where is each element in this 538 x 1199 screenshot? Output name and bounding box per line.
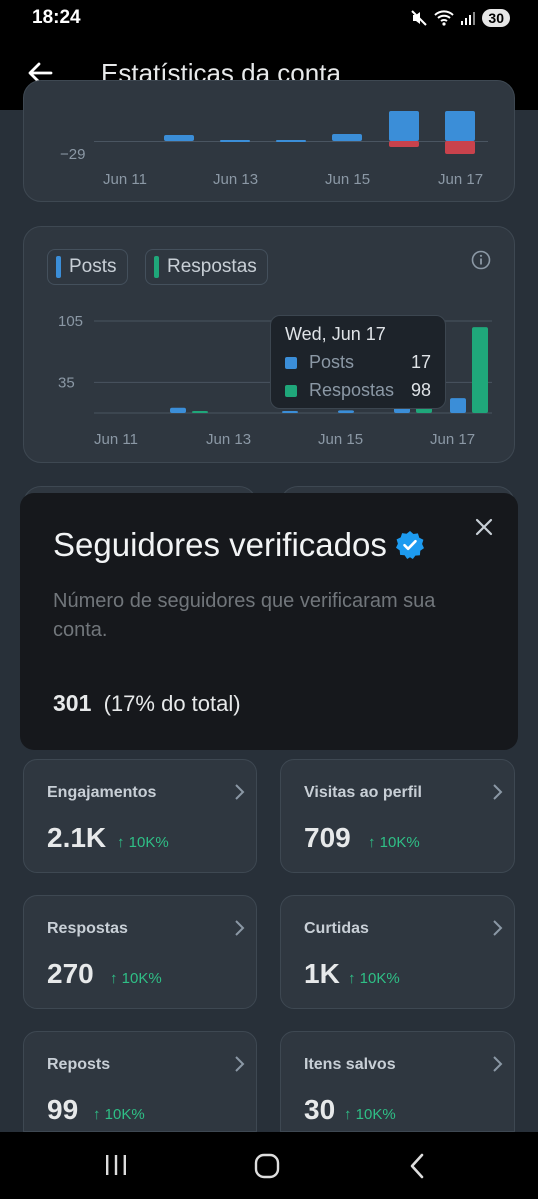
top-chart-bar-negative [445,141,475,154]
popup-value-row: 301 (17% do total) [53,690,241,717]
top-chart-card: −29 Jun 11 Jun 13 Jun 15 Jun 17 [23,80,515,202]
chevron-right-icon [235,1056,245,1072]
signal-icon [461,12,476,25]
status-icons: 30 [410,9,510,27]
home-icon[interactable] [254,1153,280,1179]
popup-description: Número de seguidores que verificaram sua… [53,590,436,641]
chevron-right-icon [493,920,503,936]
chevron-right-icon [493,784,503,800]
popup-title: Seguidores verificados [53,526,387,563]
clock: 18:24 [32,7,81,28]
tooltip-value: 98 [410,380,431,400]
tooltip-label: Posts [309,352,355,372]
stat-value: 99 [47,1094,79,1125]
verified-badge-icon [395,531,424,559]
bar-posts-jun-15[interactable] [338,410,354,413]
x-tick-label: Jun 13 [213,171,259,188]
stat-label: Respostas [47,920,128,937]
tooltip-row-respostas: Respostas 98 [285,380,431,401]
tooltip-value: 17 [410,352,431,372]
chevron-right-icon [235,920,245,936]
chart-tooltip: Wed, Jun 17 Posts 17 Respostas 98 [270,315,446,409]
battery-icon: 30 [482,9,510,27]
popup-value: 301 [53,690,92,716]
top-chart-bar [332,134,362,141]
chevron-right-icon [235,784,245,800]
tooltip-row-posts: Posts 17 [285,352,431,373]
bar-posts-jun-12[interactable] [170,407,186,413]
bar-posts-jun-14[interactable] [282,411,298,413]
stat-value: 709 [304,822,351,853]
close-icon[interactable] [472,515,496,539]
back-nav-icon[interactable] [408,1153,426,1179]
bar-respostas-jun-12[interactable] [192,411,208,413]
popup-title-row: Seguidores verificados [53,526,425,564]
bar-respostas-jun-17[interactable] [472,327,488,413]
x-tick-label: Jun 17 [438,171,484,188]
y-tick-label: 35 [58,374,75,391]
top-chart-bar [164,135,194,141]
wifi-icon [434,10,455,26]
stat-delta: ↑ 10K% [368,834,420,851]
stat-card-respostas[interactable]: Respostas 270 ↑ 10K% [23,895,257,1009]
x-tick-label: Jun 17 [430,431,475,448]
verified-followers-popup: Seguidores verificados Número de seguido… [20,493,518,750]
stat-value: 1K [304,958,340,989]
system-nav-bar [0,1132,538,1199]
stat-value: 30 [304,1094,336,1125]
screen: 18:24 30 Estatísticas da conta −29 Jun 1… [0,0,538,1199]
stat-card-curtidas[interactable]: Curtidas 1K ↑ 10K% [280,895,515,1009]
tooltip-label: Respostas [309,380,395,400]
status-bar: 18:24 30 [0,0,538,36]
top-chart-bar-negative [389,141,419,147]
stat-delta: ↑ 10K% [93,1106,145,1123]
y-tick-label: 105 [58,313,83,330]
top-chart-bar [445,111,475,141]
stat-delta: ↑ 10K% [344,1106,396,1123]
stat-label: Visitas ao perfil [304,784,422,801]
stat-value: 2.1K [47,822,107,853]
x-tick-label: Jun 15 [325,171,371,188]
stat-label: Reposts [47,1056,111,1073]
bar-posts-jun-17[interactable] [450,398,466,413]
stat-delta: ↑ 10K% [110,970,162,987]
stat-label: Engajamentos [47,784,157,801]
posts-dot [285,356,297,369]
recent-apps-icon[interactable] [104,1154,128,1176]
x-tick-label: Jun 13 [206,431,251,448]
tooltip-date: Wed, Jun 17 [285,324,386,344]
respostas-dot [285,384,297,397]
top-chart-bar [389,111,419,141]
stat-label: Itens salvos [304,1056,396,1073]
x-tick-label: Jun 11 [103,171,147,188]
stat-card-itens-salvos[interactable]: Itens salvos 30 ↑ 10K% [280,1031,515,1132]
top-chart-bar [220,140,250,142]
x-tick-label: Jun 15 [318,431,363,448]
y-tick-label: −29 [60,146,86,163]
stat-delta: ↑ 10K% [348,970,400,987]
x-tick-label: Jun 11 [94,431,138,448]
posts-replies-chart-card: Posts Respostas 105 35 Jun 11 Jun 13 Jun 15 J… [23,226,515,463]
stat-card-engajamentos[interactable]: Engajamentos 2.1K ↑ 10K% [23,759,257,873]
popup-value-note: (17% do total) [103,691,241,716]
chevron-right-icon [493,1056,503,1072]
stat-delta: ↑ 10K% [117,834,169,851]
stat-value: 270 [47,958,94,989]
stat-card-visitas-ao-perfil[interactable]: Visitas ao perfil 709 ↑ 10K% [280,759,515,873]
mute-icon [411,10,428,26]
stat-card-reposts[interactable]: Reposts 99 ↑ 10K% [23,1031,257,1132]
stat-label: Curtidas [304,920,369,937]
top-chart-bar [276,140,306,142]
